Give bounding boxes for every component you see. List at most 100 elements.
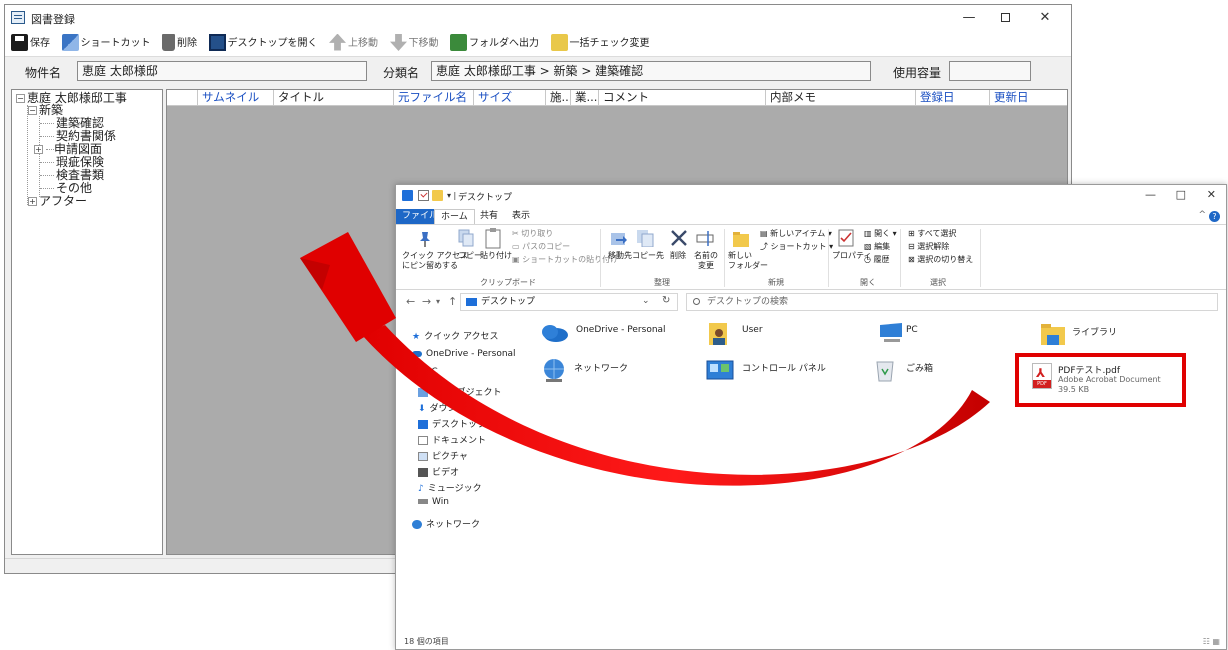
expand-icon[interactable]: + — [34, 145, 43, 154]
tab-view[interactable]: 表示 — [506, 209, 536, 224]
properties-quick-icon[interactable] — [418, 190, 429, 201]
move-to-icon — [611, 233, 627, 245]
open-desktop-button[interactable]: デスクトップを開く — [208, 31, 318, 57]
navigation-pane[interactable]: ★ クイック アクセス OneDrive - Personal PC 3D オブジ… — [396, 315, 526, 633]
column-vendor[interactable]: 業... — [570, 90, 598, 106]
select-all-button[interactable]: ⊞ すべて選択 — [908, 229, 956, 239]
copy-path-button[interactable]: ▭ パスのコピー — [512, 242, 570, 252]
shortcut-button[interactable]: ショートカット — [61, 31, 151, 57]
nav-pictures-label: ピクチャ — [432, 452, 468, 462]
cut-button[interactable]: ✂ 切り取り — [512, 229, 553, 239]
nav-network[interactable]: ネットワーク — [412, 517, 480, 530]
nav-videos-label: ビデオ — [432, 468, 460, 478]
nav-win[interactable]: Win — [418, 497, 449, 507]
column-internal-memo[interactable]: 内部メモ — [765, 90, 915, 106]
category-label: 分類名 — [383, 66, 420, 80]
new-folder-quick-icon[interactable] — [432, 190, 443, 201]
nav-desktop[interactable]: デスクトップ — [418, 417, 486, 430]
close-button[interactable]: ✕ — [1027, 5, 1063, 31]
column-registered-date[interactable]: 登録日 — [915, 90, 989, 106]
new-item-label: 新しいアイテム ▾ — [770, 229, 832, 238]
new-item-button[interactable]: ▤ 新しいアイテム ▾ — [760, 229, 832, 239]
delete-button[interactable]: 削除 — [162, 31, 197, 57]
column-updated-date[interactable]: 更新日 — [989, 90, 1069, 106]
history-button[interactable]: ◷ 履歴 — [864, 255, 890, 265]
move-to-button[interactable]: 移動先 — [608, 251, 632, 261]
item-network-label: ネットワーク — [574, 364, 629, 374]
nav-documents[interactable]: ドキュメント — [418, 433, 486, 446]
move-down-button[interactable]: 下移動 — [390, 31, 439, 57]
rename-button[interactable]: 名前の 変更 — [694, 251, 718, 271]
nav-downloads[interactable]: ⬇ ダウンロード — [418, 401, 484, 414]
tab-share[interactable]: 共有 — [474, 209, 504, 224]
nav-documents-label: ドキュメント — [432, 436, 487, 446]
new-folder-button[interactable]: 新しい フォルダー — [728, 251, 768, 271]
help-icon[interactable]: ? — [1209, 211, 1220, 222]
maximize-button[interactable] — [987, 5, 1023, 31]
trash-icon — [162, 33, 175, 51]
export-folder-button[interactable]: フォルダへ出力 — [450, 31, 539, 57]
search-input[interactable]: デスクトップの検索 — [686, 293, 1218, 311]
column-builder[interactable]: 施... — [545, 90, 570, 106]
category-tree[interactable]: − 恵庭 太郎様邸工事 − 新築 建築確認 契約書関係 + 申請図面 瑕疵保険 検査書… — [11, 89, 163, 555]
tab-home[interactable]: ホーム — [434, 209, 475, 224]
desktop-icon — [418, 420, 428, 429]
copy-button[interactable]: コピー — [458, 251, 482, 261]
view-mode-buttons[interactable]: ☷ ▦ — [1203, 637, 1220, 646]
property-field[interactable]: 恵庭 太郎様邸 — [77, 61, 367, 81]
address-dropdown[interactable]: ⌄ — [642, 296, 650, 306]
column-thumbnail[interactable]: サムネイル — [197, 90, 273, 106]
quick-access-dropdown[interactable]: ▾ | — [447, 191, 456, 200]
expand-icon[interactable]: + — [28, 197, 37, 206]
invert-selection-button[interactable]: ⊠ 選択の切り替え — [908, 255, 973, 265]
paste-button[interactable]: 貼り付け — [480, 251, 512, 261]
new-item-icon: ▤ — [760, 229, 771, 238]
paste-icon — [485, 228, 501, 249]
save-button[interactable]: 保存 — [11, 31, 50, 57]
column-title[interactable]: タイトル — [273, 90, 393, 106]
minimize-button[interactable]: — — [951, 5, 987, 31]
nav-pictures[interactable]: ピクチャ — [418, 449, 468, 462]
column-comment[interactable]: コメント — [598, 90, 765, 106]
nav-3d-objects[interactable]: 3D オブジェクト — [418, 385, 502, 398]
recent-locations-button[interactable]: ▾ — [436, 297, 440, 306]
category-field[interactable]: 恵庭 太郎様邸工事 > 新築 > 建築確認 — [431, 61, 871, 81]
column-selector — [167, 90, 197, 106]
explorer-close-button[interactable]: ✕ — [1207, 188, 1216, 201]
up-button[interactable]: ↑ — [448, 295, 457, 308]
refresh-button[interactable]: ↻ — [662, 295, 670, 306]
checkmark-icon — [550, 33, 568, 51]
open-button[interactable]: ▥ 開く ▾ — [864, 229, 897, 239]
nav-music[interactable]: ♪ ミュージック — [418, 481, 482, 494]
export-folder-label: フォルダへ出力 — [469, 38, 539, 49]
copy-to-button[interactable]: コピー先 — [632, 251, 664, 261]
forward-button[interactable]: → — [422, 295, 431, 308]
new-shortcut-button[interactable]: ⤴ ショートカット ▾ — [760, 242, 833, 252]
paste-shortcut-button[interactable]: ▣ ショートカットの貼り付け — [512, 255, 618, 265]
collapse-icon[interactable]: − — [28, 106, 37, 115]
bulk-check-button[interactable]: 一括チェック変更 — [550, 31, 650, 57]
copy-path-label: パスのコピー — [522, 242, 571, 251]
tree-item-after[interactable]: + アフター — [28, 195, 87, 208]
edit-button[interactable]: ▧ 編集 — [864, 242, 890, 252]
explorer-minimize-button[interactable]: — — [1145, 188, 1156, 201]
collapse-icon[interactable]: − — [16, 94, 25, 103]
column-size[interactable]: サイズ — [473, 90, 545, 106]
move-up-button[interactable]: 上移動 — [329, 31, 378, 57]
monitor-icon — [208, 33, 226, 51]
back-button[interactable]: ← — [406, 295, 415, 308]
open-group-label: 開く — [860, 278, 876, 287]
nav-onedrive[interactable]: OneDrive - Personal — [412, 349, 516, 359]
pin-quick-access-line2: にピン留めする — [402, 261, 458, 270]
file-explorer-window: ▾ | デスクトップ — □ ✕ ファイル ホーム 共有 表示 ^ ? クイック… — [395, 184, 1227, 650]
select-none-button[interactable]: ⊟ 選択解除 — [908, 242, 949, 252]
nav-onedrive-label: OneDrive - Personal — [426, 349, 516, 359]
column-original-filename[interactable]: 元ファイル名 — [393, 90, 473, 106]
nav-videos[interactable]: ビデオ — [418, 465, 459, 478]
property-label: 物件名 — [25, 66, 62, 80]
ribbon-collapse-icon[interactable]: ^ — [1198, 210, 1206, 220]
delete-button[interactable]: 削除 — [670, 251, 686, 261]
nav-pc[interactable]: PC — [426, 367, 438, 377]
explorer-maximize-button[interactable]: □ — [1176, 188, 1186, 201]
nav-quick-access[interactable]: ★ クイック アクセス — [412, 329, 499, 342]
